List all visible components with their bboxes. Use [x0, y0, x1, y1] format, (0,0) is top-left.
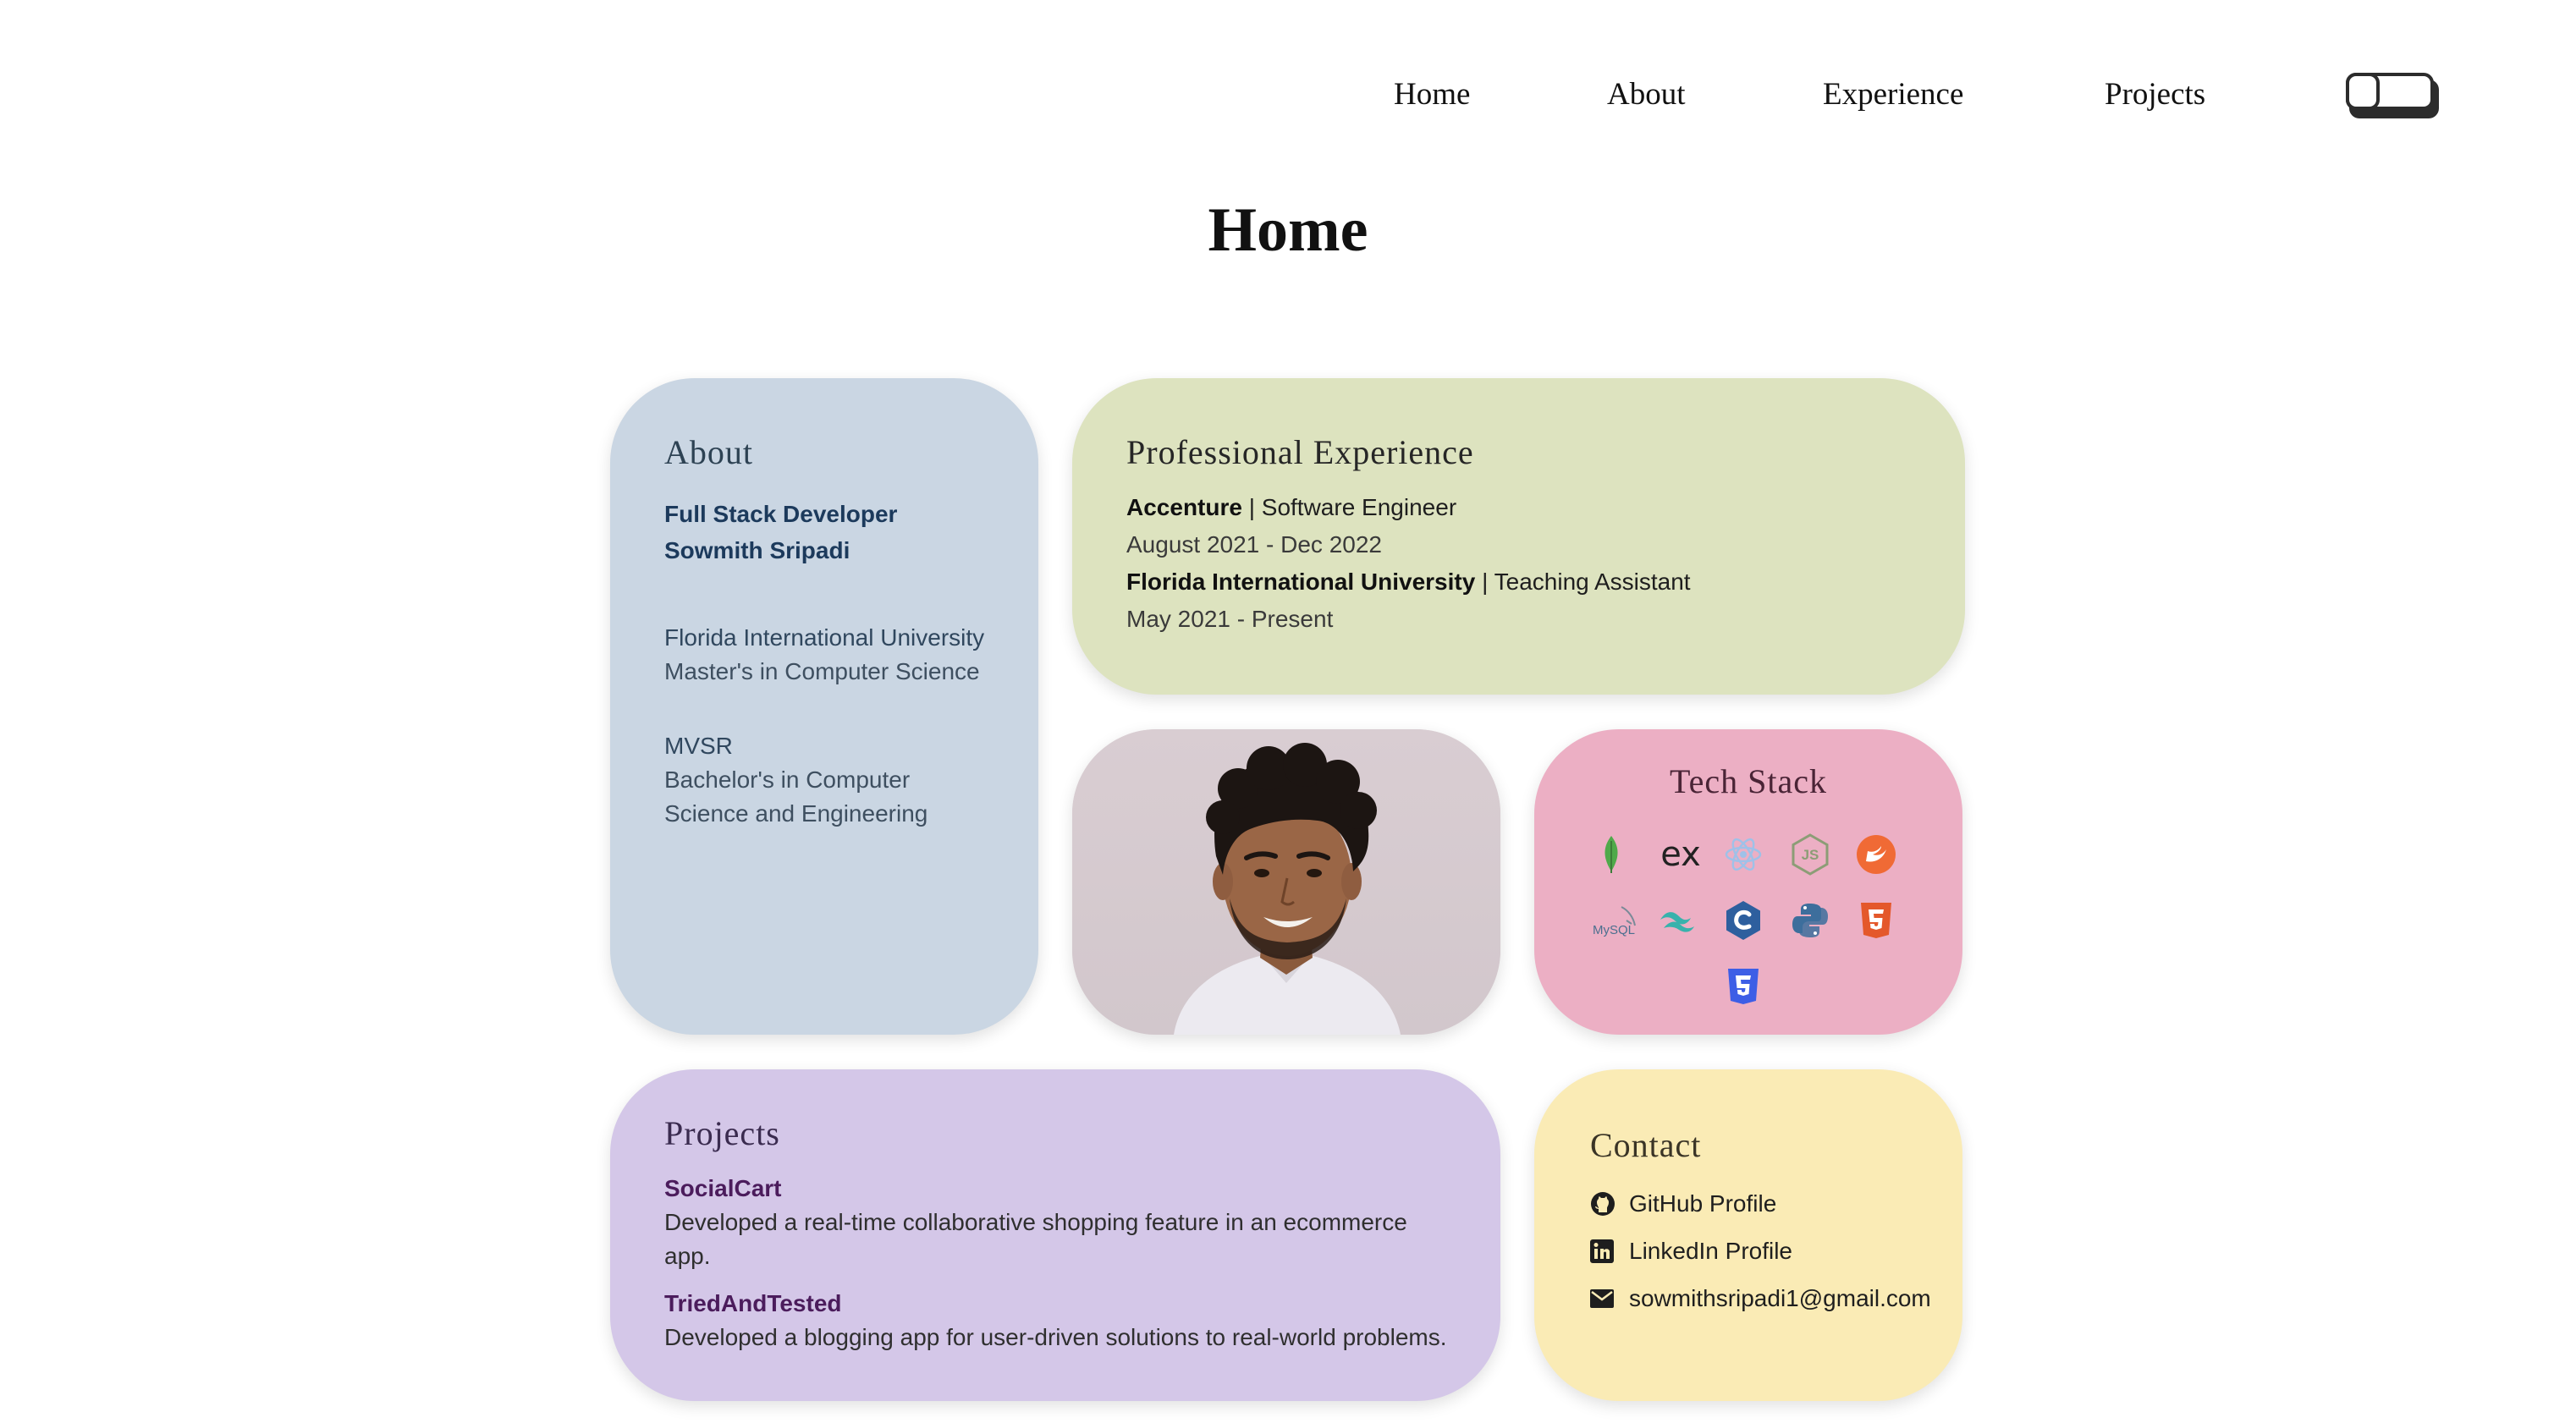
experience-role: Software Engineer — [1261, 494, 1457, 520]
mail-icon — [1590, 1285, 1617, 1312]
project-name: SocialCart — [664, 1175, 782, 1201]
nav-about-link[interactable]: About — [1607, 76, 1686, 113]
projects-card-title: Projects — [664, 1114, 780, 1152]
project-description: Developed a real-time collaborative shop… — [664, 1209, 1407, 1269]
about-role-block: Full Stack Developer Sowmith Sripadi — [664, 496, 1038, 569]
education-entry: MVSR Bachelor's in Computer Science and … — [664, 729, 1038, 831]
nav-projects-link[interactable]: Projects — [2105, 76, 2205, 113]
mysql-icon: MySQL — [1589, 898, 1640, 942]
education-degree-line2: Science and Engineering — [664, 800, 928, 827]
project-description: Developed a blogging app for user-driven… — [664, 1324, 1447, 1350]
contact-card-title: Contact — [1590, 1126, 1702, 1164]
react-icon — [1721, 832, 1765, 876]
mongodb-icon — [1589, 832, 1633, 876]
express-text: ex — [1660, 835, 1701, 874]
experience-separator: | — [1241, 494, 1262, 520]
experience-card-title: Professional Experience — [1126, 433, 1474, 471]
profile-photo — [1072, 729, 1500, 1035]
experience-company: Florida International University — [1126, 569, 1476, 595]
experience-company: Accenture — [1126, 494, 1242, 520]
email-link[interactable]: sowmithsripadi1@gmail.com — [1590, 1275, 1962, 1322]
about-role: Full Stack Developer — [664, 501, 898, 527]
svg-text:JS: JS — [1802, 847, 1819, 863]
github-link-label: GitHub Profile — [1629, 1190, 1777, 1217]
about-name: Sowmith Sripadi — [664, 537, 850, 563]
swift-icon — [1854, 832, 1898, 876]
express-icon: ex — [1655, 832, 1706, 876]
about-card: About Full Stack Developer Sowmith Sripa… — [610, 378, 1038, 1035]
python-icon — [1788, 898, 1832, 942]
experience-separator: | — [1475, 569, 1494, 595]
experience-role: Teaching Assistant — [1494, 569, 1691, 595]
toggle-knob — [2346, 73, 2380, 110]
css3-icon — [1721, 964, 1765, 1008]
experience-dates: August 2021 - Dec 2022 — [1126, 531, 1382, 558]
education-school: MVSR — [664, 733, 733, 759]
html5-icon — [1854, 898, 1898, 942]
linkedin-icon — [1590, 1238, 1617, 1265]
linkedin-link[interactable]: LinkedIn Profile — [1590, 1228, 1962, 1275]
nav-home-link[interactable]: Home — [1394, 76, 1470, 113]
page-title: Home — [1208, 195, 1368, 265]
nav-experience-link[interactable]: Experience — [1823, 76, 1963, 113]
linkedin-link-label: LinkedIn Profile — [1629, 1238, 1793, 1264]
tech-stack-card: Tech Stack ex JS MySQL — [1534, 729, 1962, 1035]
experience-dates: May 2021 - Present — [1126, 606, 1334, 632]
github-link[interactable]: GitHub Profile — [1590, 1180, 1962, 1228]
education-entry: Florida International University Master'… — [664, 621, 1038, 689]
theme-toggle-icon[interactable] — [2346, 71, 2441, 120]
github-icon — [1590, 1190, 1617, 1217]
experience-role-line: Florida International University | Teach… — [1126, 563, 1965, 601]
projects-card: Projects SocialCart Developed a real-tim… — [610, 1069, 1500, 1401]
c-lang-icon — [1721, 898, 1765, 942]
nodejs-icon: JS — [1788, 832, 1832, 876]
experience-role-line: Accenture | Software Engineer — [1126, 489, 1965, 526]
education-degree: Master's in Computer Science — [664, 658, 980, 684]
tech-stack-title: Tech Stack — [1669, 762, 1827, 800]
education-degree-line1: Bachelor's in Computer — [664, 766, 911, 793]
experience-card: Professional Experience Accenture | Soft… — [1072, 378, 1965, 695]
mysql-text: MySQL — [1593, 923, 1635, 937]
profile-photo-illustration — [1072, 729, 1500, 1035]
tailwind-icon — [1655, 898, 1699, 942]
education-school: Florida International University — [664, 624, 985, 651]
project-name: TriedAndTested — [664, 1290, 842, 1316]
contact-card: Contact GitHub Profile LinkedIn Profile … — [1534, 1069, 1962, 1401]
email-link-label: sowmithsripadi1@gmail.com — [1629, 1285, 1931, 1311]
about-card-title: About — [664, 433, 753, 471]
